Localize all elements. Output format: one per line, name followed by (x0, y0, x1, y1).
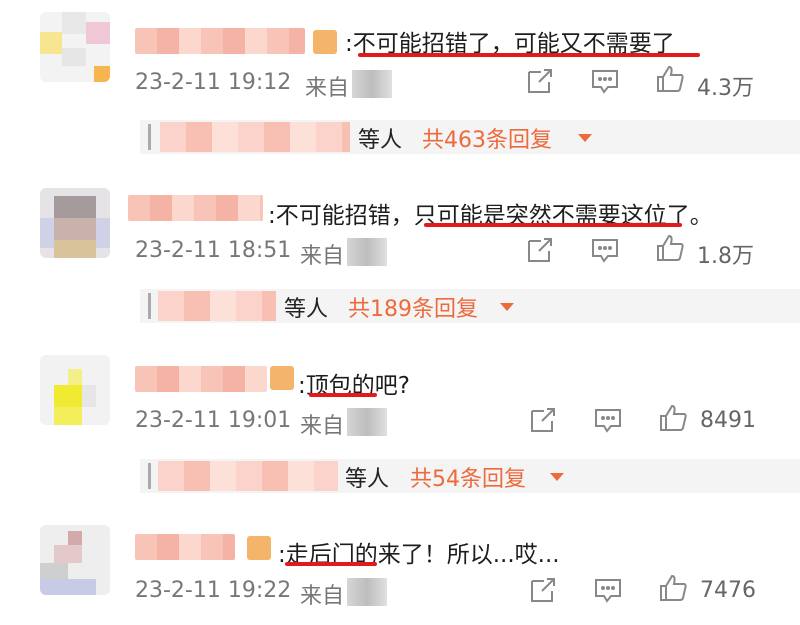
reply-count-link[interactable]: 共54条回复 (410, 461, 526, 493)
avatar[interactable] (40, 355, 110, 425)
reply-summary[interactable]: 等人 共54条回复 (140, 459, 800, 493)
like-count: 4.3万 (697, 76, 754, 101)
avatar[interactable] (40, 188, 110, 258)
like-icon[interactable] (655, 64, 685, 94)
comment-source-label: 来自 (300, 414, 345, 439)
comment-time: 23-2-11 18:51 (135, 238, 292, 263)
member-badge-icon (270, 366, 294, 390)
forward-icon[interactable] (528, 405, 558, 435)
forward-icon[interactable] (525, 235, 555, 265)
username-blurred[interactable] (128, 195, 263, 221)
username-blurred[interactable] (135, 534, 235, 560)
member-badge-icon (313, 30, 337, 54)
reply-others-label: 等人 (284, 297, 329, 322)
comment-icon[interactable] (593, 405, 623, 435)
like-count: 7476 (700, 578, 756, 603)
comment-icon[interactable] (593, 575, 623, 605)
comment-source-blurred (347, 408, 387, 436)
reply-others-label: 等人 (345, 467, 390, 492)
like-icon[interactable] (658, 403, 688, 433)
comment-source-blurred (352, 70, 392, 98)
reply-usernames-blurred (158, 291, 276, 321)
avatar[interactable] (40, 525, 110, 595)
forward-icon[interactable] (528, 575, 558, 605)
text-highlight-underline (285, 562, 377, 566)
caret-down-icon[interactable] (550, 473, 564, 481)
reply-others-label: 等人 (358, 128, 403, 153)
forward-icon[interactable] (525, 66, 555, 96)
like-count: 1.8万 (697, 244, 754, 269)
text-highlight-underline (309, 393, 377, 397)
comment-source-blurred (347, 578, 387, 606)
like-icon[interactable] (655, 233, 685, 263)
text-highlight-underline (424, 223, 682, 227)
reply-summary[interactable]: 等人 共463条回复 (140, 120, 800, 154)
text-highlight-underline (358, 53, 700, 57)
reply-count-link[interactable]: 共463条回复 (422, 122, 552, 154)
username-blurred[interactable] (135, 28, 305, 54)
reply-count-link[interactable]: 共189条回复 (348, 291, 478, 323)
member-badge-icon (247, 536, 271, 560)
comment-icon[interactable] (590, 66, 620, 96)
comment-time: 23-2-11 19:22 (135, 578, 292, 603)
like-icon[interactable] (658, 573, 688, 603)
like-count: 8491 (700, 408, 756, 433)
comment-source-label: 来自 (300, 244, 345, 269)
username-blurred[interactable] (135, 366, 267, 392)
comment-source-label: 来自 (305, 76, 350, 101)
comment-icon[interactable] (590, 235, 620, 265)
comment-time: 23-2-11 19:12 (135, 70, 292, 95)
avatar[interactable] (40, 12, 110, 82)
caret-down-icon[interactable] (578, 134, 592, 142)
reply-usernames-blurred (160, 122, 350, 152)
comment-source-label: 来自 (300, 584, 345, 609)
reply-summary[interactable]: 等人 共189条回复 (140, 289, 800, 323)
reply-usernames-blurred (158, 461, 338, 491)
caret-down-icon[interactable] (500, 303, 514, 311)
comment-source-blurred (347, 238, 387, 266)
comment-time: 23-2-11 19:01 (135, 408, 292, 433)
